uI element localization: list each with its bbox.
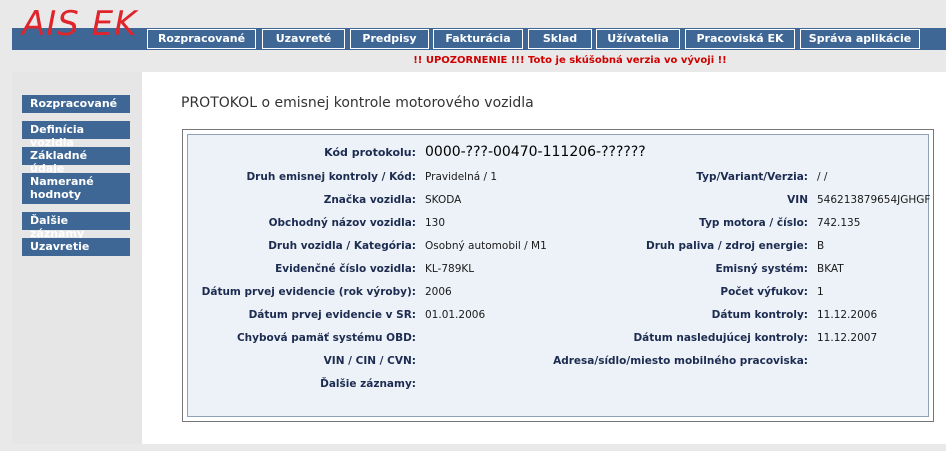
field-value: 130 [425, 217, 446, 229]
field-label: VIN / CIN / CVN: [323, 355, 416, 367]
field-label: Ďalšie záznamy: [320, 378, 416, 390]
protocol-code-label: Kód protokolu: [324, 146, 416, 159]
field-label: Značka vozidla: [323, 194, 416, 206]
field-label: Dátum kontroly: [711, 309, 808, 321]
warning-banner: !! UPOZORNENIE !!! Toto je skúšobná verz… [413, 55, 727, 66]
field-value: 01.01.2006 [425, 309, 486, 321]
field-label: Druh paliva / zdroj energie: [646, 240, 808, 252]
field-value: 546213879654JGHGF [817, 194, 931, 206]
field-value: / / [817, 171, 828, 183]
field-value: B [817, 240, 825, 252]
sidebar-item-uzavretie[interactable]: Uzavretie [22, 238, 130, 256]
field-label: Dátum prvej evidencie v SR: [248, 309, 416, 321]
field-label: Typ motora / číslo: [699, 217, 808, 229]
field-value: BKAT [817, 263, 844, 275]
field-label: Druh emisnej kontroly / Kód: [246, 171, 416, 183]
topnav-predpisy[interactable]: Predpisy [350, 29, 429, 49]
protocol-code-value: 0000-???-00470-111206-?????? [425, 144, 646, 160]
field-label: Chybová pamäť systému OBD: [236, 332, 416, 344]
field-label: Emisný systém: [715, 263, 808, 275]
top-navigation: Rozpracované Uzavreté Predpisy Fakturáci… [0, 28, 946, 51]
topnav-fakturacia[interactable]: Fakturácia [433, 29, 523, 49]
field-value: 11.12.2007 [817, 332, 878, 344]
field-value: 11.12.2006 [817, 309, 878, 321]
field-value: 2006 [425, 286, 452, 298]
topnav-pracoviska-ek[interactable]: Pracoviská EK [685, 29, 795, 49]
field-value: SKODA [425, 194, 462, 206]
topnav-rozpracovane[interactable]: Rozpracované [147, 29, 256, 49]
field-label: Evidenčné číslo vozidla: [275, 263, 416, 275]
sidebar-item-dalsie-zaznamy[interactable]: Ďalšie záznamy [22, 212, 130, 240]
sidebar-item-rozpracovane[interactable]: Rozpracované [22, 95, 130, 113]
field-value: 1 [817, 286, 824, 298]
topnav-uzavrete[interactable]: Uzavreté [262, 29, 345, 49]
field-label: Adresa/sídlo/miesto mobilného pracoviska… [553, 355, 808, 367]
field-label: Dátum nasledujúcej kontroly: [633, 332, 808, 344]
field-value: Pravidelná / 1 [425, 171, 498, 183]
sidebar-item-zakladne-udaje[interactable]: Základné údaje [22, 147, 130, 175]
app-logo: AIS EK [22, 4, 138, 44]
topnav-sprava-aplikacie[interactable]: Správa aplikácie [800, 29, 920, 49]
topnav-sklad[interactable]: Sklad [528, 29, 592, 49]
field-label: VIN [787, 194, 808, 206]
sidebar-item-definicia-vozidla[interactable]: Definícia vozidla [22, 121, 130, 149]
field-label: Typ/Variant/Verzia: [696, 171, 808, 183]
field-label: Dátum prvej evidencie (rok výroby): [201, 286, 416, 298]
page-title: PROTOKOL o emisnej kontrole motorového v… [181, 95, 534, 111]
field-label: Obchodný názov vozidla: [268, 217, 416, 229]
field-value: Osobný automobil / M1 [425, 240, 547, 252]
sidebar-item-namerane-hodnoty[interactable]: Namerané hodnoty [22, 173, 130, 204]
field-label: Druh vozidla / Kategória: [268, 240, 416, 252]
field-label: Počet výfukov: [720, 286, 808, 298]
field-value: KL-789KL [425, 263, 475, 275]
field-value: 742.135 [817, 217, 861, 229]
topnav-uzivatelia[interactable]: Užívatelia [596, 29, 680, 49]
